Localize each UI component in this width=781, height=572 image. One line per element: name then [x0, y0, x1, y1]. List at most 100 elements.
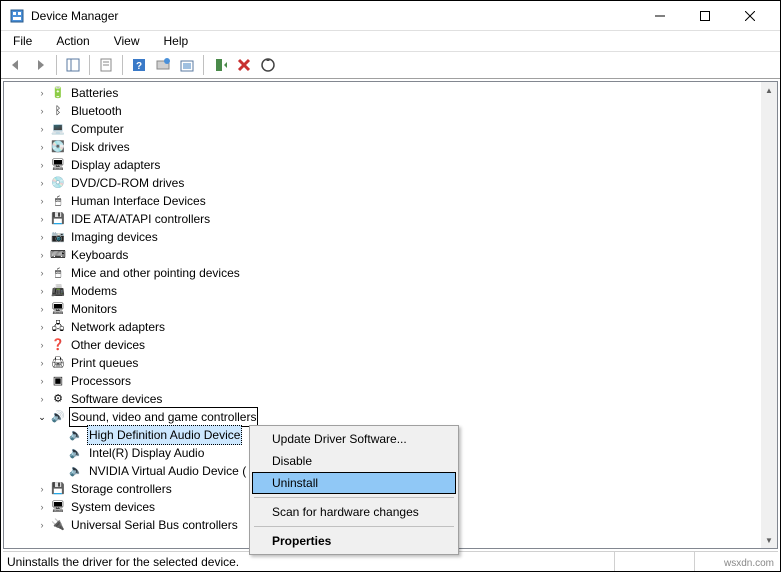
expand-arrow-closed-icon[interactable]: ›	[36, 138, 48, 156]
maximize-button[interactable]	[682, 1, 727, 30]
expand-arrow-closed-icon[interactable]: ›	[36, 336, 48, 354]
forward-button[interactable]	[29, 54, 51, 76]
tree-node-label: Mice and other pointing devices	[69, 264, 242, 282]
menu-divider	[254, 497, 454, 498]
expand-arrow-closed-icon[interactable]: ›	[36, 120, 48, 138]
expand-arrow-closed-icon[interactable]: ›	[36, 246, 48, 264]
close-button[interactable]	[727, 1, 772, 30]
expand-arrow-closed-icon[interactable]: ›	[36, 210, 48, 228]
tree-node[interactable]: ›❓Other devices	[12, 336, 759, 354]
expand-arrow-closed-icon[interactable]: ›	[36, 264, 48, 282]
menu-view[interactable]: View	[108, 32, 146, 50]
expand-arrow-closed-icon[interactable]: ›	[36, 318, 48, 336]
enable-button[interactable]	[209, 54, 231, 76]
menu-file[interactable]: File	[7, 32, 38, 50]
other-icon: ❓	[50, 337, 66, 353]
modem-icon: 📠	[50, 283, 66, 299]
menu-item-scan-for-hardware-changes[interactable]: Scan for hardware changes	[252, 501, 456, 523]
tree-node[interactable]: ›🖨Print queues	[12, 354, 759, 372]
expand-arrow-closed-icon[interactable]: ›	[36, 354, 48, 372]
menubar: File Action View Help	[1, 31, 780, 51]
expand-arrow-closed-icon[interactable]: ›	[36, 516, 48, 534]
computer-icon: 💻	[50, 121, 66, 137]
tree-node-label: Sound, video and game controllers	[69, 407, 258, 427]
tree-node[interactable]: ⌄🔊Sound, video and game controllers	[12, 408, 759, 426]
menu-item-properties[interactable]: Properties	[252, 530, 456, 552]
tree-node-label: Computer	[69, 120, 126, 138]
status-text: Uninstalls the driver for the selected d…	[7, 555, 239, 569]
tree-node-label: Human Interface Devices	[69, 192, 208, 210]
back-button[interactable]	[5, 54, 27, 76]
tree-node-label: System devices	[69, 498, 157, 516]
tree-node[interactable]: ›⚙Software devices	[12, 390, 759, 408]
menu-item-disable[interactable]: Disable	[252, 450, 456, 472]
tree-node[interactable]: ›💽Disk drives	[12, 138, 759, 156]
tree-node-label: Storage controllers	[69, 480, 174, 498]
tree-node-label: Bluetooth	[69, 102, 124, 120]
disk-icon: 💽	[50, 139, 66, 155]
sound-icon: 🔊	[50, 409, 66, 425]
titlebar: Device Manager	[1, 1, 780, 31]
keyboard-icon: ⌨	[50, 247, 66, 263]
properties-button[interactable]	[95, 54, 117, 76]
tree-node-label: Modems	[69, 282, 119, 300]
tree-node[interactable]: ›💻Computer	[12, 120, 759, 138]
tree-node[interactable]: ›🔋Batteries	[12, 84, 759, 102]
tree-node-label: Network adapters	[69, 318, 167, 336]
tree-node[interactable]: ›🖥Display adapters	[12, 156, 759, 174]
tree-node-label: IDE ATA/ATAPI controllers	[69, 210, 212, 228]
vertical-scrollbar[interactable]: ▲ ▼	[761, 82, 777, 548]
svg-text:?: ?	[136, 61, 142, 72]
expand-arrow-closed-icon[interactable]: ›	[36, 174, 48, 192]
app-icon	[9, 8, 25, 24]
menu-action[interactable]: Action	[50, 32, 95, 50]
expand-arrow-closed-icon[interactable]: ›	[36, 282, 48, 300]
tree-node[interactable]: ›🖧Network adapters	[12, 318, 759, 336]
expand-arrow-closed-icon[interactable]: ›	[36, 498, 48, 516]
tree-node[interactable]: ›💿DVD/CD-ROM drives	[12, 174, 759, 192]
uninstall-button[interactable]	[233, 54, 255, 76]
expand-arrow-closed-icon[interactable]: ›	[36, 372, 48, 390]
tree-node[interactable]: ›ᛒBluetooth	[12, 102, 759, 120]
scroll-down-icon[interactable]: ▼	[761, 532, 777, 548]
expand-arrow-closed-icon[interactable]: ›	[36, 480, 48, 498]
tree-node-label: Monitors	[69, 300, 119, 318]
tree-node-label: Display adapters	[69, 156, 162, 174]
tree-node[interactable]: ›📠Modems	[12, 282, 759, 300]
scroll-up-icon[interactable]: ▲	[761, 82, 777, 98]
usb-icon: 🔌	[50, 517, 66, 533]
expand-arrow-open-icon[interactable]: ⌄	[36, 408, 48, 426]
bluetooth-icon: ᛒ	[50, 103, 66, 119]
menu-item-update-driver-software[interactable]: Update Driver Software...	[252, 428, 456, 450]
tree-node[interactable]: ›🖥Monitors	[12, 300, 759, 318]
window-title: Device Manager	[31, 9, 637, 23]
minimize-button[interactable]	[637, 1, 682, 30]
tree-node-label: High Definition Audio Device	[87, 425, 242, 445]
tree-node[interactable]: ›🖱Human Interface Devices	[12, 192, 759, 210]
expand-arrow-closed-icon[interactable]: ›	[36, 84, 48, 102]
scan-hardware-button[interactable]	[176, 54, 198, 76]
menu-item-uninstall[interactable]: Uninstall	[252, 472, 456, 494]
tree-node-label: Keyboards	[69, 246, 130, 264]
tree-node[interactable]: ›⌨Keyboards	[12, 246, 759, 264]
scan-changes-button[interactable]	[257, 54, 279, 76]
expand-arrow-closed-icon[interactable]: ›	[36, 102, 48, 120]
expand-arrow-closed-icon[interactable]: ›	[36, 300, 48, 318]
tree-node[interactable]: ›🖱Mice and other pointing devices	[12, 264, 759, 282]
expand-arrow-closed-icon[interactable]: ›	[36, 228, 48, 246]
tree-node[interactable]: ›💾IDE ATA/ATAPI controllers	[12, 210, 759, 228]
help-button[interactable]: ?	[128, 54, 150, 76]
storage-icon: 💾	[50, 481, 66, 497]
expand-arrow-closed-icon[interactable]: ›	[36, 156, 48, 174]
show-hide-console-button[interactable]	[62, 54, 84, 76]
speaker-icon: 🔈	[68, 463, 84, 479]
tree-node-label: Universal Serial Bus controllers	[69, 516, 240, 534]
expand-arrow-closed-icon[interactable]: ›	[36, 390, 48, 408]
expand-arrow-closed-icon[interactable]: ›	[36, 192, 48, 210]
tree-node[interactable]: ›📷Imaging devices	[12, 228, 759, 246]
menu-help[interactable]: Help	[158, 32, 195, 50]
update-driver-button[interactable]	[152, 54, 174, 76]
watermark: wsxdn.com	[724, 558, 774, 569]
tree-node-label: Imaging devices	[69, 228, 160, 246]
tree-node[interactable]: ›▣Processors	[12, 372, 759, 390]
